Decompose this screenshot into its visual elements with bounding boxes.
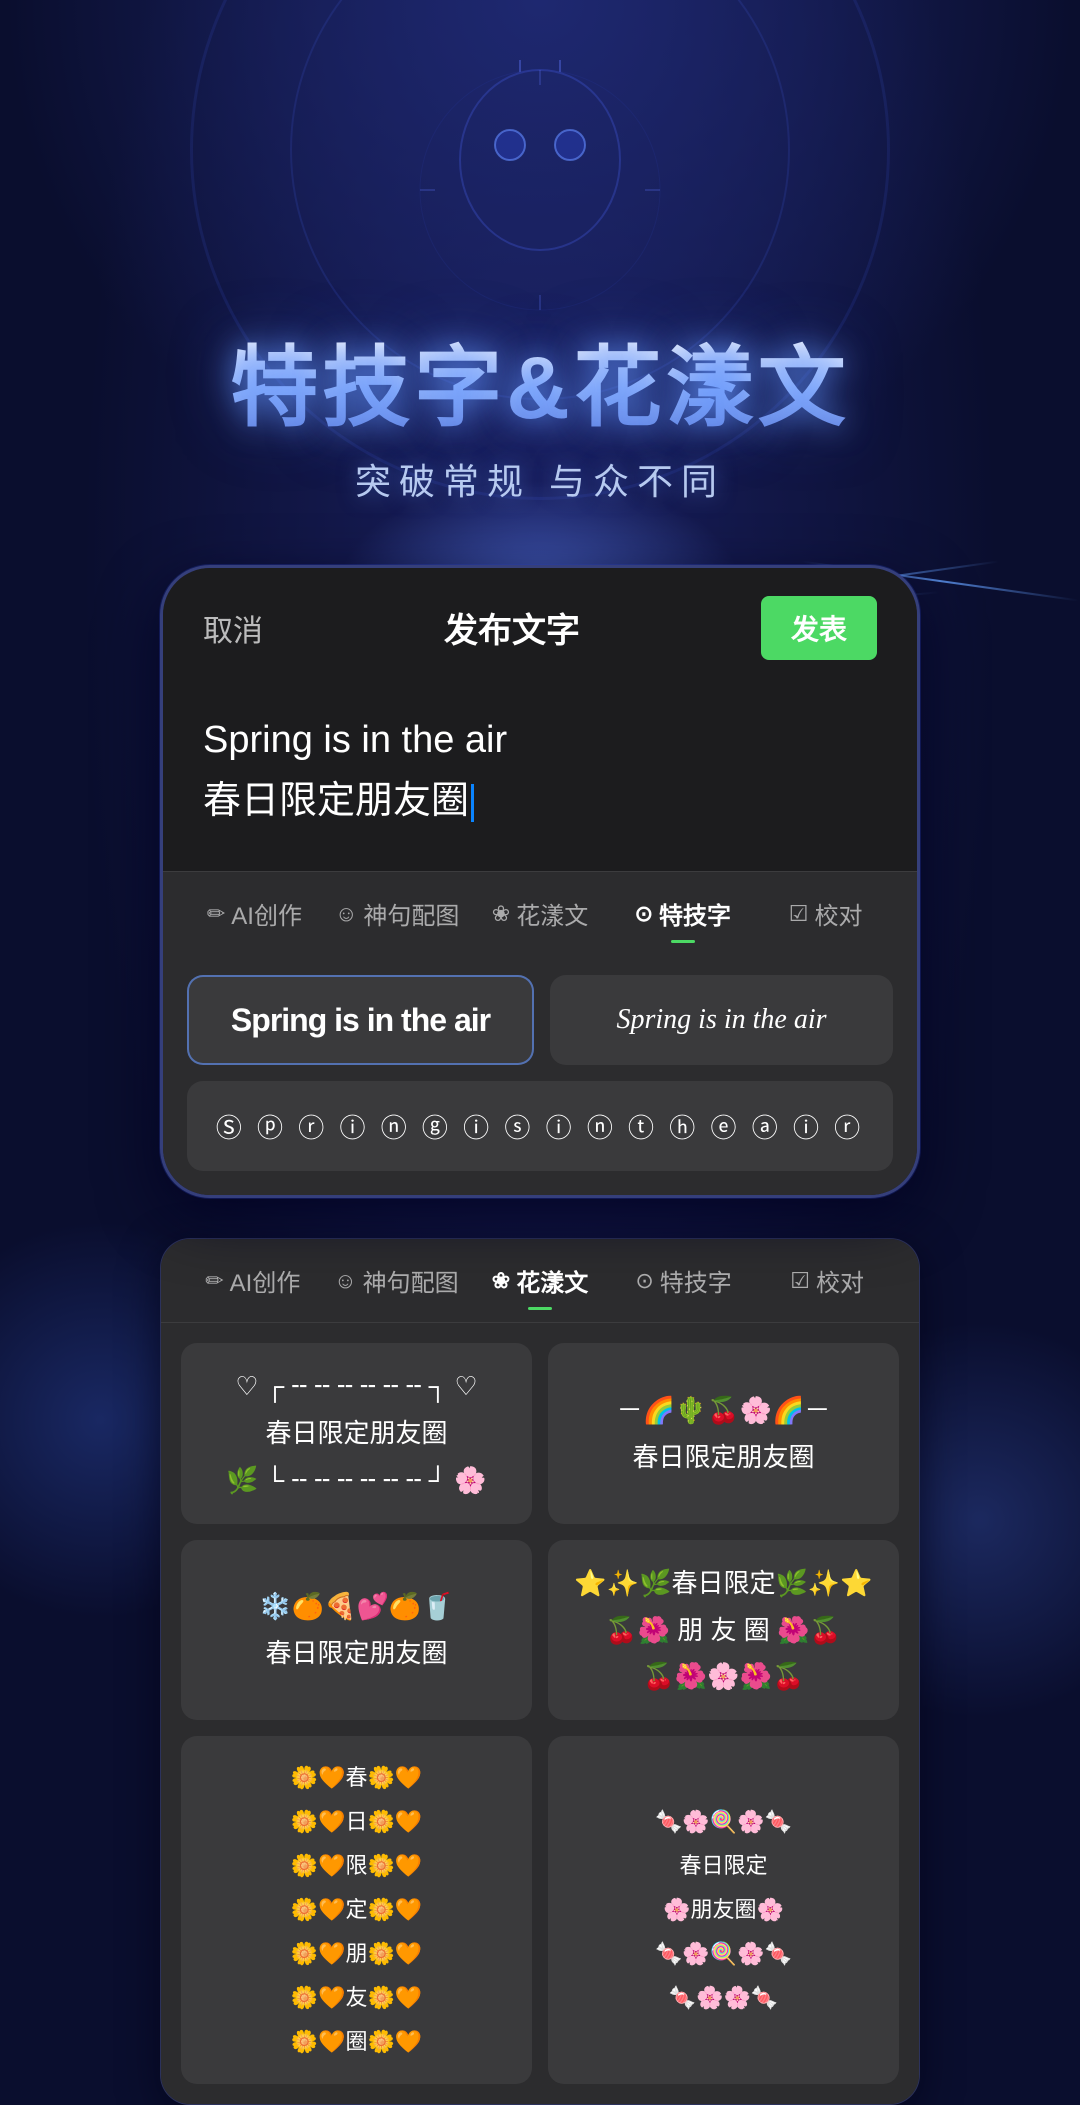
proofread-icon-2: ☑ (790, 1268, 810, 1294)
editor-text-line2: 春日限定朋友圈 (203, 771, 877, 832)
toolbar-tabs-2: ✏ AI创作 ☺ 神句配图 ❀ 花漾文 ⊙ 特技字 ☑ 校对 (161, 1239, 919, 1323)
style-row-1: Spring is in the air Spring is in the ai… (187, 975, 893, 1065)
tab-ai-create-label-2: AI创作 (230, 1263, 301, 1298)
huawen-card-1-text: ♡ ┌ ╌ ╌ ╌ ╌ ╌ ╌ ┐ ♡ 春日限定朋友圈 🌿 └ ╌ ╌ ╌ ╌ … (226, 1363, 487, 1503)
editor-header: 取消 发布文字 发表 (163, 568, 917, 680)
hw5-line5: 🌼🧡朋🌼🧡 (291, 1932, 423, 1976)
style-row-2: Ⓢ ⓟ ⓡ ⓘ ⓝ ⓖ ⓘ ⓢ ⓘ ⓝ ⓣ ⓗ ⓔ ⓐ ⓘ ⓡ (187, 1081, 893, 1171)
huawen-icon-1: ❀ (492, 901, 510, 927)
tab-proofread-label-1: 校对 (814, 896, 862, 931)
phone-frame: 取消 发布文字 发表 Spring is in the air 春日限定朋友圈 … (160, 565, 920, 1199)
hw5-line2: 🌼🧡日🌼🧡 (291, 1800, 423, 1844)
huawen-panel: ✏ AI创作 ☺ 神句配图 ❀ 花漾文 ⊙ 特技字 ☑ 校对 (160, 1238, 920, 2105)
hw3-line2: 春日限定朋友圈 (259, 1630, 453, 1677)
ai-create-icon-2: ✏ (205, 1268, 223, 1294)
style-card-circle[interactable]: Ⓢ ⓟ ⓡ ⓘ ⓝ ⓖ ⓘ ⓢ ⓘ ⓝ ⓣ ⓗ ⓔ ⓐ ⓘ ⓡ (187, 1081, 893, 1171)
hw2-line1: －🌈🌵🍒🌸🌈－ (617, 1387, 831, 1434)
tab-huawen-label-2: 花漾文 (516, 1263, 588, 1298)
editor-text-line1: Spring is in the air (203, 710, 877, 771)
huawen-grid: ♡ ┌ ╌ ╌ ╌ ╌ ╌ ╌ ┐ ♡ 春日限定朋友圈 🌿 └ ╌ ╌ ╌ ╌ … (161, 1323, 919, 2104)
style-options-panel: Spring is in the air Spring is in the ai… (163, 955, 917, 1195)
toolbar-tabs-1: ✏ AI创作 ☺ 神句配图 ❀ 花漾文 ⊙ 特技字 ☑ 校对 (163, 871, 917, 955)
huawen-card-4[interactable]: ⭐✨🌿春日限定🌿✨⭐ 🍒🌺 朋 友 圈 🌺🍒 🍒🌺🌸🌺🍒 (548, 1540, 899, 1720)
hw6-line3: 🌸朋友圈🌸 (655, 1888, 792, 1932)
hw6-line5: 🍬🌸🌸🍬 (655, 1976, 792, 2020)
tab-ai-create[interactable]: ✏ AI创作 (183, 888, 326, 939)
main-title: 特技字&花漾文 (230, 340, 850, 437)
hw5-line7: 🌼🧡圈🌼🧡 (291, 2020, 423, 2064)
tab-matching-pic[interactable]: ☺ 神句配图 (326, 888, 469, 939)
matching-pic-icon-2: ☺ (334, 1268, 356, 1294)
publish-button[interactable]: 发表 (761, 596, 877, 660)
ai-create-icon: ✏ (207, 901, 225, 927)
style-text-circle-preview: Ⓢ ⓟ ⓡ ⓘ ⓝ ⓖ ⓘ ⓢ ⓘ ⓝ ⓣ ⓗ ⓔ ⓐ ⓘ ⓡ (216, 1108, 864, 1145)
hw3-line1: ❄️🍊🍕💕🍊🥤 (259, 1583, 453, 1630)
tab-teji-label: 特技字 (659, 896, 731, 931)
tab-ai-create-2[interactable]: ✏ AI创作 (181, 1255, 325, 1306)
tab-proofread-2[interactable]: ☑ 校对 (755, 1255, 899, 1306)
tab-teji[interactable]: ⊙ 特技字 (611, 888, 754, 939)
subtitle: 突破常规 与众不同 (355, 453, 725, 505)
huawen-card-1[interactable]: ♡ ┌ ╌ ╌ ╌ ╌ ╌ ╌ ┐ ♡ 春日限定朋友圈 🌿 └ ╌ ╌ ╌ ╌ … (181, 1343, 532, 1523)
huawen-card-3-text: ❄️🍊🍕💕🍊🥤 春日限定朋友圈 (259, 1583, 453, 1677)
huawen-card-2[interactable]: －🌈🌵🍒🌸🌈－ 春日限定朋友圈 (548, 1343, 899, 1523)
tab-proofread-label-2: 校对 (816, 1263, 864, 1298)
hw5-line1: 🌼🧡春🌼🧡 (291, 1756, 423, 1800)
editor-title: 发布文字 (444, 603, 580, 652)
hw1-line2: 春日限定朋友圈 (226, 1410, 487, 1457)
huawen-card-2-text: －🌈🌵🍒🌸🌈－ 春日限定朋友圈 (617, 1387, 831, 1481)
editor-content-area[interactable]: Spring is in the air 春日限定朋友圈 (163, 680, 917, 872)
teji-icon-2: ⊙ (635, 1268, 653, 1294)
tab-huawen-1[interactable]: ❀ 花漾文 (469, 888, 612, 939)
main-content: 特技字&花漾文 突破常规 与众不同 取消 发布文字 发表 Spring is i… (0, 0, 1080, 2105)
hw4-line3: 🍒🌺🌸🌺🍒 (574, 1653, 872, 1700)
proofread-icon-1: ☑ (789, 901, 809, 927)
huawen-card-5[interactable]: 🌼🧡春🌼🧡 🌼🧡日🌼🧡 🌼🧡限🌼🧡 🌼🧡定🌼🧡 🌼🧡朋🌼🧡 🌼🧡友🌼🧡 🌼🧡圈🌼… (181, 1736, 532, 2084)
hw1-line3: 🌿 └ ╌ ╌ ╌ ╌ ╌ ╌ ┘ 🌸 (226, 1457, 487, 1504)
phone-mockup: 取消 发布文字 发表 Spring is in the air 春日限定朋友圈 … (160, 565, 920, 1199)
style-card-bold[interactable]: Spring is in the air (187, 975, 534, 1065)
hw4-line2: 🍒🌺 朋 友 圈 🌺🍒 (574, 1607, 872, 1654)
huawen-icon-2: ❀ (492, 1268, 510, 1294)
tab-teji-2[interactable]: ⊙ 特技字 (612, 1255, 756, 1306)
tab-huawen-label-1: 花漾文 (516, 896, 588, 931)
huawen-card-3[interactable]: ❄️🍊🍕💕🍊🥤 春日限定朋友圈 (181, 1540, 532, 1720)
hw6-line1: 🍬🌸🍭🌸🍬 (655, 1800, 792, 1844)
tab-teji-label-2: 特技字 (660, 1263, 732, 1298)
tab-huawen-2[interactable]: ❀ 花漾文 (468, 1255, 612, 1306)
hw6-line2: 春日限定 (655, 1844, 792, 1888)
hw5-line6: 🌼🧡友🌼🧡 (291, 1976, 423, 2020)
tab-matching-pic-label: 神句配图 (363, 896, 459, 931)
style-card-italic[interactable]: Spring is in the air (550, 975, 893, 1065)
cancel-button[interactable]: 取消 (203, 606, 263, 650)
tab-proofread-1[interactable]: ☑ 校对 (754, 888, 897, 939)
huawen-card-5-text: 🌼🧡春🌼🧡 🌼🧡日🌼🧡 🌼🧡限🌼🧡 🌼🧡定🌼🧡 🌼🧡朋🌼🧡 🌼🧡友🌼🧡 🌼🧡圈🌼… (291, 1756, 423, 2064)
text-cursor (471, 784, 474, 822)
hw5-line4: 🌼🧡定🌼🧡 (291, 1888, 423, 1932)
tab-matching-pic-label-2: 神句配图 (363, 1263, 459, 1298)
style-text-italic-preview: Spring is in the air (616, 1004, 826, 1036)
hw1-line1: ♡ ┌ ╌ ╌ ╌ ╌ ╌ ╌ ┐ ♡ (226, 1363, 487, 1410)
matching-pic-icon: ☺ (335, 901, 357, 927)
huawen-card-6-text: 🍬🌸🍭🌸🍬 春日限定 🌸朋友圈🌸 🍬🌸🍭🌸🍬 🍬🌸🌸🍬 (655, 1800, 792, 2020)
tab-ai-create-label: AI创作 (231, 896, 302, 931)
hw2-line2: 春日限定朋友圈 (617, 1434, 831, 1481)
hw6-line4: 🍬🌸🍭🌸🍬 (655, 1932, 792, 1976)
huawen-card-6[interactable]: 🍬🌸🍭🌸🍬 春日限定 🌸朋友圈🌸 🍬🌸🍭🌸🍬 🍬🌸🌸🍬 (548, 1736, 899, 2084)
teji-icon: ⊙ (635, 901, 653, 927)
style-text-bold-preview: Spring is in the air (231, 1002, 490, 1039)
hw4-line1: ⭐✨🌿春日限定🌿✨⭐ (574, 1560, 872, 1607)
hw5-line3: 🌼🧡限🌼🧡 (291, 1844, 423, 1888)
tab-matching-pic-2[interactable]: ☺ 神句配图 (325, 1255, 469, 1306)
huawen-card-4-text: ⭐✨🌿春日限定🌿✨⭐ 🍒🌺 朋 友 圈 🌺🍒 🍒🌺🌸🌺🍒 (574, 1560, 872, 1700)
